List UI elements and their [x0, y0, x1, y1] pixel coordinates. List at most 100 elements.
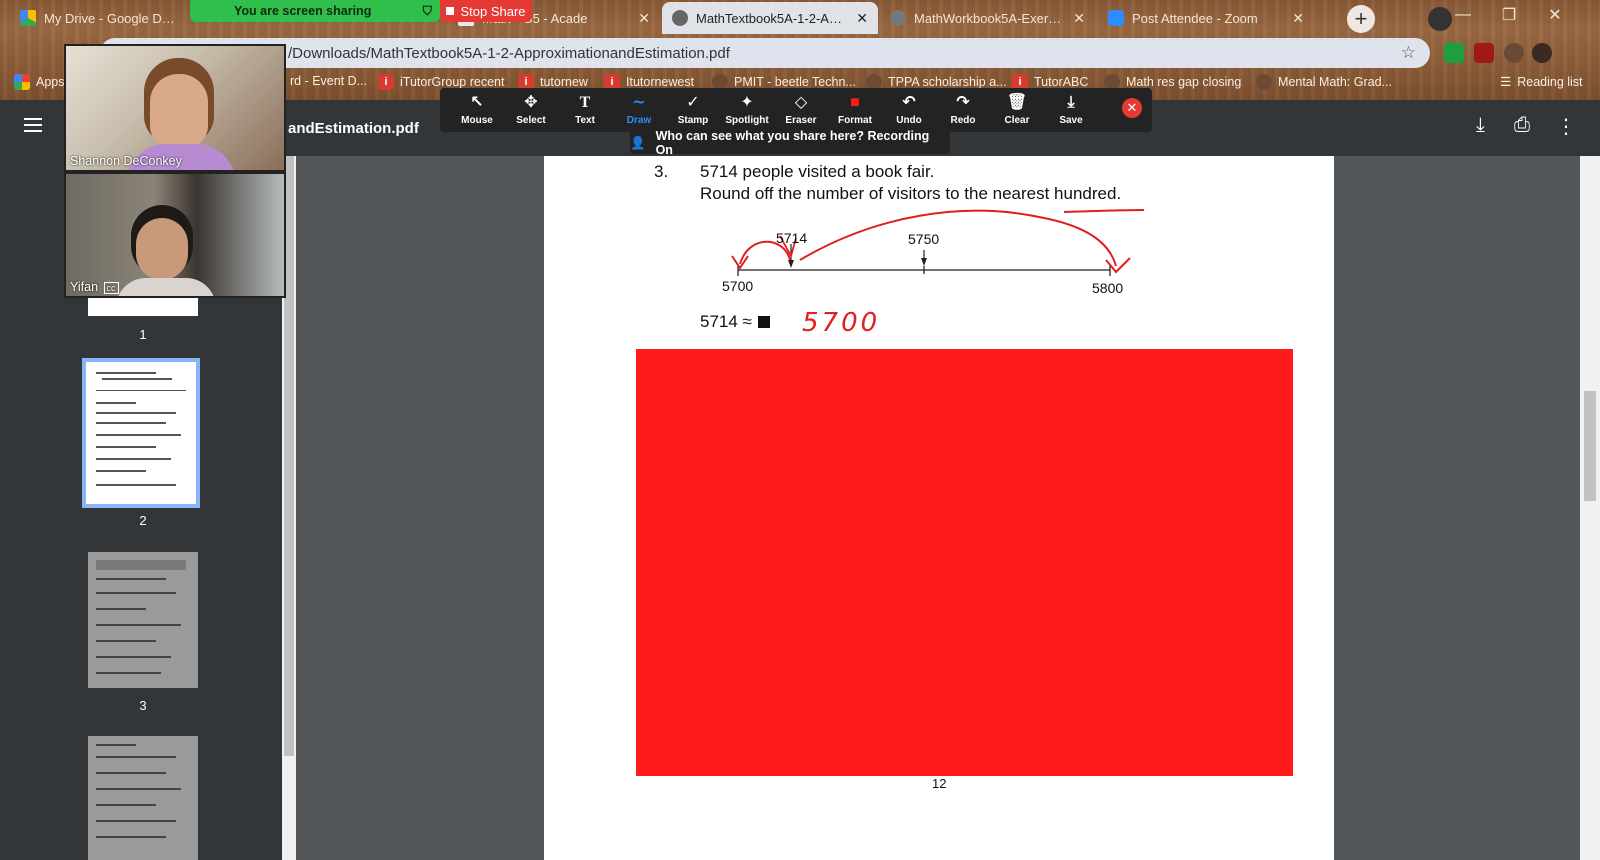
- bookmark-event[interactable]: rd - Event D...: [290, 74, 367, 88]
- extension-green-icon[interactable]: [1444, 43, 1464, 63]
- tool-label: Spotlight: [725, 115, 769, 126]
- handwritten-answer: 5700: [802, 308, 881, 338]
- answer-box: [757, 316, 770, 328]
- thumbnail-page-4[interactable]: [88, 736, 198, 860]
- undo-icon: ↶: [902, 94, 916, 111]
- ublock-icon[interactable]: [1474, 43, 1494, 63]
- share-visibility-bar[interactable]: 👤 Who can see what you share here? Recor…: [630, 129, 950, 157]
- tool-eraser[interactable]: ◇ Eraser: [774, 94, 828, 126]
- tab-textbook[interactable]: MathTextbook5A-1-2-Approx ✕: [662, 2, 878, 34]
- tool-save[interactable]: ⤓ Save: [1044, 94, 1098, 126]
- tab-zoom-attendee[interactable]: Post Attendee - Zoom ✕: [1098, 2, 1314, 34]
- tool-label: Redo: [950, 115, 976, 126]
- close-tab-icon[interactable]: ✕: [856, 10, 868, 27]
- tool-redo[interactable]: ↷ Redo: [936, 94, 990, 126]
- number-line-label: 5714: [776, 230, 808, 246]
- tab-google-drive[interactable]: My Drive - Google Drive: [10, 2, 185, 34]
- more-options-icon[interactable]: ⋮: [1556, 114, 1576, 139]
- video-tile-host[interactable]: Shannon DeConkey: [64, 44, 286, 172]
- tool-draw[interactable]: ∼ Draw: [612, 94, 666, 126]
- shield-icon: ⛉: [422, 3, 432, 18]
- google-drive-icon: [20, 10, 36, 26]
- bookmark-label: Reading list: [1517, 74, 1583, 89]
- tool-format[interactable]: ■ Format: [828, 94, 882, 126]
- tool-label: Undo: [896, 115, 922, 126]
- thumbnail-page-2[interactable]: [82, 358, 200, 508]
- bookmark-label: TutorABC: [1034, 75, 1089, 89]
- stop-share-label: Stop Share: [460, 3, 526, 19]
- tool-spotlight[interactable]: ✦ Spotlight: [720, 94, 774, 126]
- number-line-label: 5750: [908, 231, 940, 247]
- equation-text: 5714 ≈: [700, 312, 752, 331]
- bookmark-label: Math res gap closing: [1126, 75, 1242, 89]
- page-scrollbar[interactable]: [1580, 156, 1600, 860]
- tool-clear[interactable]: 🗑 Clear: [990, 94, 1044, 126]
- stop-icon: [446, 7, 455, 15]
- bookmark-apps[interactable]: Apps: [14, 74, 65, 90]
- minimize-button[interactable]: —: [1440, 0, 1486, 30]
- color-swatch-icon: ■: [850, 94, 860, 111]
- redo-icon: ↷: [956, 94, 970, 111]
- tool-label: Stamp: [677, 115, 709, 126]
- thumbnail-number: 2: [139, 513, 147, 528]
- participant-name: Shannon DeConkey: [70, 154, 182, 168]
- zoom-video-icon: [1108, 10, 1124, 26]
- reading-list-icon: ☰: [1500, 75, 1512, 89]
- video-tile-student[interactable]: Yifan cc: [64, 172, 286, 298]
- tool-undo[interactable]: ↶ Undo: [882, 94, 936, 126]
- tool-label: Format: [838, 115, 872, 126]
- url-field[interactable]: /Downloads/MathTextbook5A-1-2-Approximat…: [100, 38, 1430, 68]
- new-tab-button[interactable]: +: [1347, 5, 1375, 33]
- participant-name: Yifan cc: [70, 280, 119, 294]
- apps-grid-icon: [14, 74, 30, 90]
- student-avatar: [136, 218, 188, 280]
- text-icon: T: [579, 94, 591, 111]
- globe-icon: [1256, 74, 1272, 90]
- thumbnail-page-3[interactable]: [88, 552, 198, 688]
- bookmark-label: Itutornewest: [626, 75, 695, 89]
- tool-select[interactable]: ✥ Select: [504, 94, 558, 126]
- menu-icon[interactable]: [24, 118, 42, 132]
- download-icon[interactable]: ⤓: [1476, 114, 1485, 137]
- restore-button[interactable]: ❐: [1486, 0, 1532, 30]
- tab-workbook[interactable]: MathWorkbook5A-Exercise4_ ✕: [880, 2, 1095, 34]
- close-tab-icon[interactable]: ✕: [1073, 10, 1085, 27]
- close-tab-icon[interactable]: ✕: [638, 10, 650, 27]
- stop-share-button[interactable]: Stop Share: [440, 0, 532, 22]
- bookmark-label: TPPA scholarship a...: [888, 75, 1007, 89]
- tab-label: My Drive - Google Drive: [44, 10, 175, 26]
- participants-icon: 👤: [630, 135, 646, 150]
- participant-name-text: Yifan: [70, 280, 99, 294]
- bookmark-label: PMIT - beetle Techn...: [734, 75, 856, 89]
- trash-icon: 🗑: [1006, 94, 1028, 111]
- close-tab-icon[interactable]: ✕: [1292, 10, 1304, 27]
- pdf-title: andEstimation.pdf: [288, 120, 419, 137]
- print-icon[interactable]: ⎙: [1514, 114, 1530, 137]
- tab-label: Post Attendee - Zoom: [1132, 10, 1258, 26]
- move-icon: ✥: [524, 94, 538, 111]
- tool-label: Mouse: [461, 115, 493, 126]
- tab-label: MathWorkbook5A-Exercise4_: [914, 10, 1065, 26]
- share-visibility-text: Who can see what you share here? Recordi…: [655, 129, 930, 157]
- bookmark-star-icon[interactable]: ☆: [1401, 43, 1416, 63]
- red-annotation-block: [636, 349, 1293, 776]
- profile-avatar[interactable]: [1532, 43, 1552, 63]
- eraser-icon: ◇: [794, 94, 808, 111]
- student-shirt: [116, 278, 216, 296]
- bookmark-mental-math[interactable]: Mental Math: Grad...: [1256, 74, 1392, 90]
- close-window-button[interactable]: ✕: [1532, 0, 1578, 30]
- thumbnail-number: 1: [139, 327, 147, 342]
- closed-caption-icon: cc: [103, 282, 119, 294]
- close-annotation-icon[interactable]: ✕: [1122, 98, 1142, 118]
- tool-label: Save: [1059, 115, 1083, 126]
- reading-list-button[interactable]: ☰ Reading list: [1500, 74, 1583, 90]
- url-text: /Downloads/MathTextbook5A-1-2-Approximat…: [288, 44, 730, 62]
- extensions-puzzle-icon[interactable]: [1504, 43, 1524, 63]
- tool-mouse[interactable]: ↖ Mouse: [450, 94, 504, 126]
- globe-icon: [672, 10, 688, 26]
- tool-text[interactable]: T Text: [558, 94, 612, 126]
- tool-label: Text: [575, 115, 595, 126]
- thumbnail-number: 3: [139, 698, 147, 713]
- mouse-pointer-icon: ↖: [470, 94, 484, 111]
- tool-stamp[interactable]: ✓ Stamp: [666, 94, 720, 126]
